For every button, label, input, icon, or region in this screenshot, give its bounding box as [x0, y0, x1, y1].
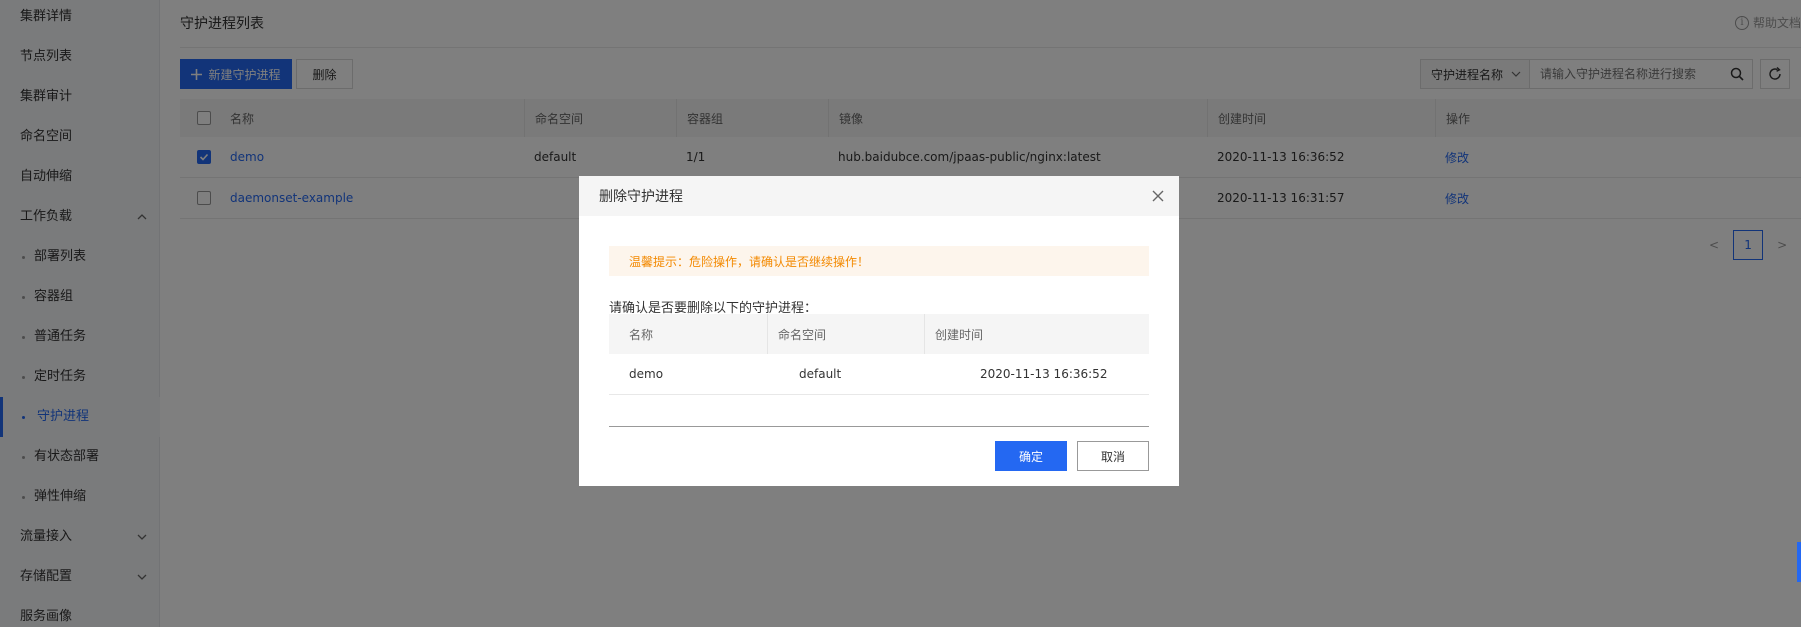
created-cell: 2020-11-13 16:36:52 [980, 367, 1108, 381]
column-header-name: 名称 [629, 327, 654, 342]
divider [609, 426, 1149, 427]
dialog-title: 删除守护进程 [599, 189, 683, 205]
name-cell: demo [629, 367, 664, 381]
dialog-header: 删除守护进程 [579, 176, 1179, 216]
cancel-button[interactable]: 取消 [1077, 441, 1149, 471]
column-header-namespace: 命名空间 [767, 314, 826, 354]
side-float-tab[interactable] [1797, 542, 1801, 582]
confirm-button[interactable]: 确定 [995, 441, 1067, 471]
close-icon[interactable] [1151, 189, 1165, 203]
namespace-cell: default [799, 367, 842, 381]
dialog-table-header: 名称 命名空间 创建时间 [609, 314, 1149, 354]
column-header-created: 创建时间 [924, 314, 983, 354]
dialog-table-row: demo default 2020-11-13 16:36:52 [609, 354, 1149, 395]
dialog-table: 名称 命名空间 创建时间 demo default 2020-11-13 16:… [609, 314, 1149, 395]
delete-dialog: 删除守护进程 温馨提示：危险操作，请确认是否继续操作！ 请确认是否要删除以下的守… [579, 176, 1179, 486]
warning-banner: 温馨提示：危险操作，请确认是否继续操作！ [609, 246, 1149, 276]
